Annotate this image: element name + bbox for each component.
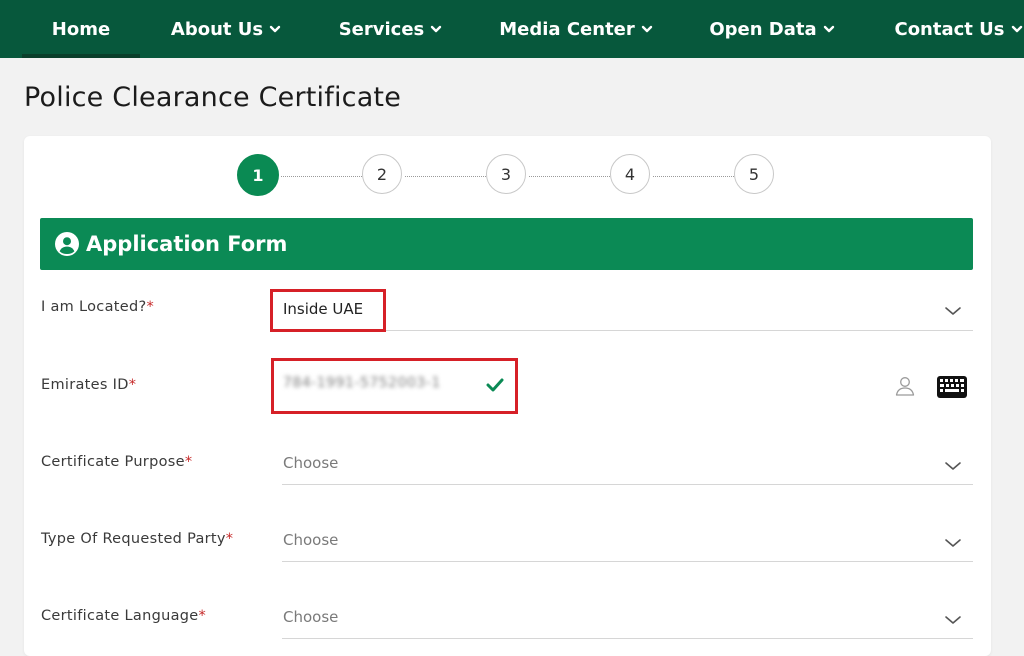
nav-item-open-data[interactable]: Open Data [709, 0, 835, 58]
field-label-text: I am Located? [41, 299, 147, 315]
form-header: Application Form [40, 218, 973, 270]
field-label-emirates-id: Emirates ID* [41, 377, 136, 393]
field-label-certificate-purpose: Certificate Purpose* [41, 454, 192, 470]
step-1[interactable]: 1 [237, 154, 279, 196]
nav-item-label: Open Data [709, 18, 817, 40]
user-circle-icon [55, 232, 79, 256]
nav-item-label: Contact Us [894, 18, 1005, 40]
certificate-purpose-placeholder[interactable]: Choose [283, 454, 338, 472]
step-connector [529, 176, 610, 177]
required-marker: * [146, 299, 155, 315]
nav-item-contact-us[interactable]: Contact Us [893, 0, 1024, 58]
step-connector [653, 176, 734, 177]
nav-item-about-us[interactable]: About Us [170, 0, 282, 58]
chevron-down-icon[interactable] [944, 537, 962, 549]
certificate-language-placeholder[interactable]: Choose [283, 608, 338, 626]
chevron-down-icon[interactable] [944, 460, 962, 472]
nav-item-services[interactable]: Services [338, 0, 443, 58]
chevron-down-icon[interactable] [944, 614, 962, 626]
required-marker: * [198, 608, 207, 624]
field-label-requested-party: Type Of Requested Party* [41, 531, 233, 547]
chevron-down-icon [823, 24, 835, 34]
step-5[interactable]: 5 [734, 154, 774, 194]
top-navigation: Home About Us Services Media Center Open… [0, 0, 1024, 58]
keyboard-icon[interactable] [937, 376, 967, 398]
required-marker: * [184, 454, 193, 470]
nav-item-home[interactable]: Home [22, 0, 140, 58]
highlight-box [271, 358, 518, 414]
chevron-down-icon[interactable] [944, 305, 962, 317]
chevron-down-icon [1011, 24, 1023, 34]
nav-item-label: Home [51, 18, 111, 40]
requested-party-placeholder[interactable]: Choose [283, 531, 338, 549]
form-header-title: Application Form [86, 232, 288, 256]
step-3[interactable]: 3 [486, 154, 526, 194]
nav-item-label: About Us [170, 18, 264, 40]
field-label-text: Type Of Requested Party [41, 531, 226, 547]
nav-item-media-center[interactable]: Media Center [499, 0, 653, 58]
required-marker: * [128, 377, 137, 393]
highlight-box [270, 289, 386, 332]
field-label-located: I am Located?* [41, 299, 154, 315]
field-label-text: Emirates ID [41, 377, 129, 393]
field-label-certificate-language: Certificate Language* [41, 608, 206, 624]
nav-item-label: Media Center [499, 18, 635, 40]
field-label-text: Certificate Purpose [41, 454, 185, 470]
step-connector [405, 176, 486, 177]
chevron-down-icon [430, 24, 442, 34]
nav-item-label: Services [338, 18, 425, 40]
step-2[interactable]: 2 [362, 154, 402, 194]
step-4[interactable]: 4 [610, 154, 650, 194]
chevron-down-icon [641, 24, 653, 34]
field-label-text: Certificate Language [41, 608, 199, 624]
step-connector [281, 176, 362, 177]
chevron-down-icon [269, 24, 281, 34]
page-title: Police Clearance Certificate [24, 82, 402, 113]
user-outline-icon[interactable] [894, 375, 916, 397]
field-underline [282, 561, 973, 562]
required-marker: * [225, 531, 234, 547]
field-underline [282, 484, 973, 485]
